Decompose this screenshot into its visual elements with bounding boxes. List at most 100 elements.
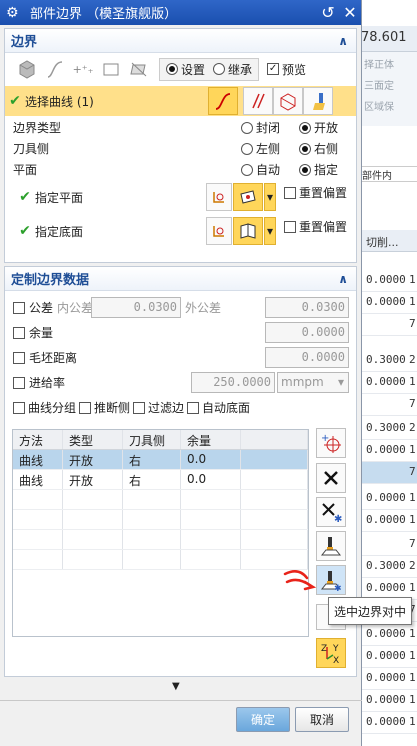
type-open-radio[interactable]: 开放 <box>299 119 338 136</box>
plane-select-button[interactable] <box>233 183 263 211</box>
face-edges-icon[interactable] <box>127 57 151 81</box>
gear-icon[interactable]: ⚙ <box>6 5 22 21</box>
bg-table-row[interactable]: 0.0000 1 <box>360 510 417 532</box>
bg-cell-value: 1 <box>409 581 416 594</box>
reset-icon[interactable]: ↺ <box>317 3 339 22</box>
inner-tol-input[interactable]: 0.0300 <box>91 297 181 318</box>
bg-table-row[interactable]: 7 <box>360 462 417 484</box>
annotation-arrow-icon <box>283 570 317 591</box>
bg-table-row[interactable]: 7 <box>360 394 417 416</box>
col-type[interactable]: 类型 <box>63 430 123 449</box>
box-select-button[interactable] <box>273 87 303 115</box>
rectangle-icon[interactable] <box>99 57 123 81</box>
bg-table-row[interactable]: 0.0000 1 <box>360 488 417 510</box>
bg-table-row[interactable]: 7 <box>360 314 417 336</box>
ok-button[interactable]: 确定 <box>236 707 290 732</box>
floor-dialog-button[interactable] <box>206 217 232 245</box>
collapse-caret-icon[interactable]: ∧ <box>338 34 348 48</box>
add-boundary-button[interactable]: + <box>316 428 346 458</box>
bg-table-row[interactable]: 0.0000 1 <box>360 624 417 646</box>
bg-table-row[interactable]: 0.3000 2 <box>360 418 417 440</box>
bg-table-row[interactable]: 0.3000 2 <box>360 556 417 578</box>
bg-table-row[interactable]: 0.0000 1 <box>360 270 417 292</box>
plane-dropdown-button[interactable]: ▾ <box>264 183 276 211</box>
plane-specify-radio[interactable]: 指定 <box>299 161 338 178</box>
side-left-radio[interactable]: 左侧 <box>241 140 280 157</box>
stock-input[interactable]: 0.0000 <box>265 322 349 343</box>
bg-table-row[interactable]: 0.0000 1 <box>360 668 417 690</box>
cancel-button[interactable]: 取消 <box>295 707 349 732</box>
table-row[interactable]: 曲线 开放 右 0.0 <box>13 470 308 490</box>
bg-part-label: 部件内 <box>360 166 417 182</box>
bg-table-row[interactable]: 0.0000 1 <box>360 712 417 734</box>
type-closed-radio[interactable]: 封闭 <box>241 119 280 136</box>
blank-distance-input[interactable]: 0.0000 <box>265 347 349 368</box>
blank-distance-checkbox[interactable] <box>13 351 25 364</box>
curve-group-checkbox[interactable]: 曲线分组 <box>13 399 76 416</box>
bg-table-row[interactable]: 0.0000 1 <box>360 292 417 314</box>
bg-side-item[interactable]: 三面定 <box>360 73 417 94</box>
tolerance-checkbox[interactable] <box>13 301 25 314</box>
filter-edge-checkbox[interactable]: 过滤边 <box>133 399 184 416</box>
plane-row: 平面 自动 指定 <box>5 159 356 180</box>
title-bar[interactable]: ⚙ 部件边界 （模圣旗舰版） ↺ ✕ <box>0 0 361 25</box>
feed-unit-select[interactable]: mmpm ▾ <box>277 372 349 393</box>
boundary-section-title: 边界 <box>11 35 38 50</box>
bg-side-item[interactable]: 区域保 <box>360 94 417 115</box>
mode-set-radio[interactable]: 设置 <box>166 61 205 78</box>
close-icon[interactable]: ✕ <box>339 3 361 22</box>
stock-checkbox[interactable] <box>13 326 25 339</box>
bg-cell-value: 0.0000 <box>366 581 406 594</box>
points-icon[interactable]: +⁺₊ <box>71 57 95 81</box>
col-stock[interactable]: 余量 <box>181 430 241 449</box>
bg-table-row[interactable]: 0.3000 2 <box>360 350 417 372</box>
bg-cell-value: 0.3000 <box>366 559 406 572</box>
curve-icon[interactable] <box>43 57 67 81</box>
center-boundary-button[interactable]: ✱ <box>316 565 346 595</box>
bg-table-row[interactable]: 7 <box>360 534 417 556</box>
bg-column-header[interactable]: 切削... <box>360 230 417 252</box>
side-right-radio[interactable]: 右侧 <box>299 140 338 157</box>
bg-cell-value: 2 <box>409 421 416 434</box>
bg-table-row[interactable]: 0.0000 1 <box>360 440 417 462</box>
floor-dropdown-button[interactable]: ▾ <box>264 217 276 245</box>
collapse-caret-icon[interactable]: ∧ <box>338 272 348 286</box>
boundary-section-header[interactable]: 边界 ∧ <box>5 29 356 53</box>
auto-floor-checkbox[interactable]: 自动底面 <box>187 399 250 416</box>
custom-section-header[interactable]: 定制边界数据 ∧ <box>5 267 356 291</box>
csys-button[interactable]: ZYX <box>316 638 346 668</box>
outer-tol-input[interactable]: 0.0300 <box>265 297 349 318</box>
bg-side-item[interactable]: 择正体 <box>360 52 417 73</box>
solid-body-icon[interactable] <box>15 57 39 81</box>
delete-all-button[interactable]: ✱ <box>316 497 346 527</box>
preview-checkbox[interactable]: ✓ 预览 <box>267 61 306 78</box>
bg-table-row[interactable]: 0.0000 1 <box>360 372 417 394</box>
tooltip: 选中边界对中 <box>328 597 412 625</box>
brush-button[interactable] <box>303 87 333 115</box>
mode-inherit-radio[interactable]: 继承 <box>213 61 252 78</box>
reset-offset-checkbox-1[interactable]: 重置偏置 <box>284 184 347 201</box>
tool-side-row: 刀具侧 左侧 右侧 <box>5 138 356 159</box>
feed-rate-checkbox[interactable] <box>13 376 25 389</box>
select-curve-row[interactable]: ✔ 选择曲线 (1) <box>5 86 356 116</box>
selection-toolbar: +⁺₊ 设置 继承 ✓ 预览 <box>5 53 356 85</box>
bg-cell-value: 0.3000 <box>366 353 406 366</box>
push-side-checkbox[interactable]: 推断侧 <box>79 399 130 416</box>
bg-table-row[interactable]: 0.0000 1 <box>360 690 417 712</box>
bg-cell-value: 1 <box>409 443 416 456</box>
select-curve-button[interactable] <box>208 87 238 115</box>
col-tool-side[interactable]: 刀具侧 <box>123 430 181 449</box>
tool-position-button[interactable] <box>316 531 346 561</box>
bg-cell-value: 1 <box>409 693 416 706</box>
floor-select-button[interactable] <box>233 217 263 245</box>
expand-more-icon[interactable]: ▼ <box>172 681 180 692</box>
col-method[interactable]: 方法 <box>13 430 63 449</box>
feed-rate-input[interactable]: 250.0000 <box>191 372 275 393</box>
parallel-curves-button[interactable] <box>243 87 273 115</box>
plane-auto-radio[interactable]: 自动 <box>241 161 280 178</box>
delete-boundary-button[interactable] <box>316 463 346 493</box>
plane-dialog-button[interactable] <box>206 183 232 211</box>
table-row[interactable]: 曲线 开放 右 0.0 <box>13 450 308 470</box>
bg-table-row[interactable]: 0.0000 1 <box>360 646 417 668</box>
reset-offset-checkbox-2[interactable]: 重置偏置 <box>284 218 347 235</box>
